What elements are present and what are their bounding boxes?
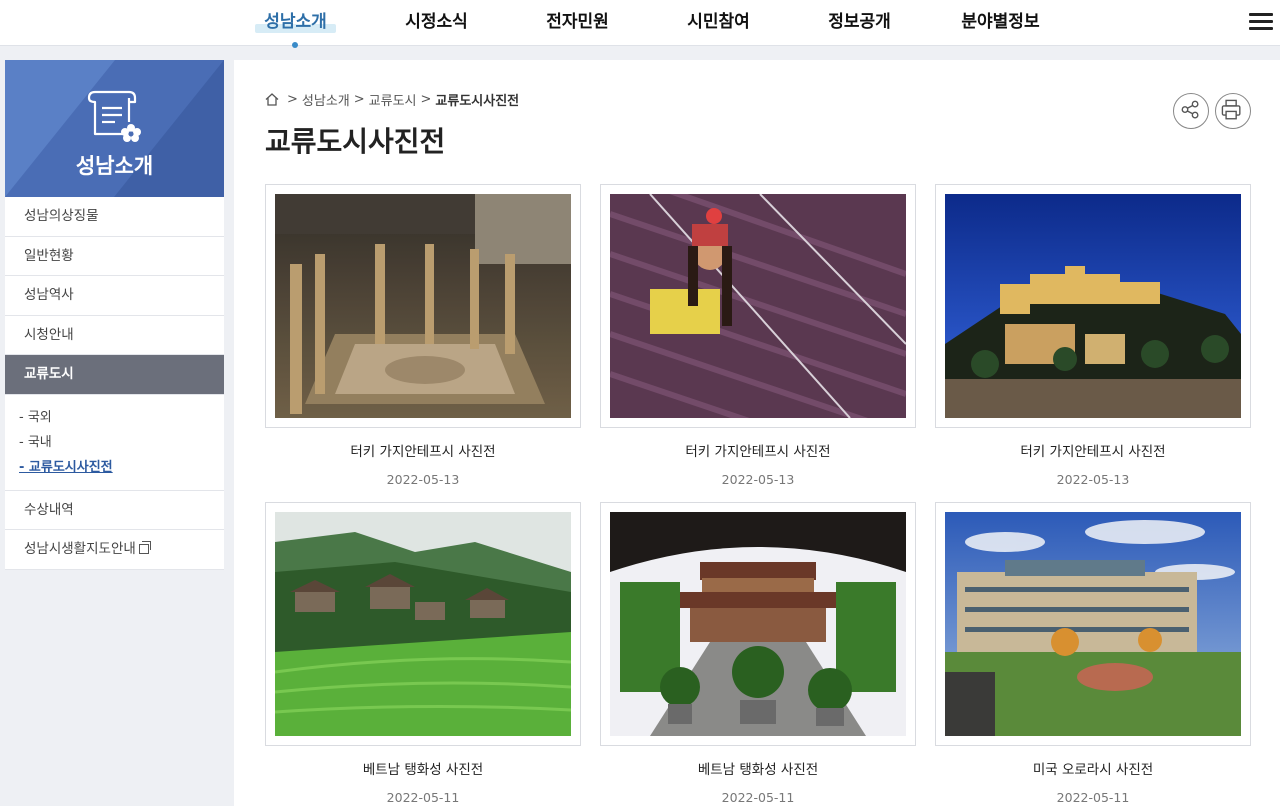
gallery-date: 2022-05-13: [721, 472, 795, 487]
gallery-date: 2022-05-11: [386, 790, 460, 805]
share-icon: [1181, 100, 1199, 119]
print-button[interactable]: [1215, 93, 1251, 129]
gaziantep-castle-photo: [945, 194, 1241, 418]
menu-item-field-info[interactable]: 분야별정보: [930, 0, 1071, 46]
hamburger-menu-icon[interactable]: [1249, 13, 1273, 33]
gallery-caption: 미국 오로라시 사진전: [1032, 762, 1154, 778]
sidebar-item-symbols[interactable]: 성남의상징물: [5, 197, 224, 237]
gallery-item[interactable]: 터키 가지안테프시 사진전 2022-05-13: [935, 184, 1251, 487]
scroll-document-icon: [87, 90, 141, 142]
page-title: 교류도시사진전: [265, 125, 446, 158]
share-button[interactable]: [1173, 93, 1209, 129]
gallery-date: 2022-05-13: [1056, 472, 1130, 487]
menu-item-e-civil[interactable]: 전자민원: [507, 0, 648, 46]
sidebar-item-general-status[interactable]: 일반현황: [5, 236, 224, 276]
sidebar-submenu: - 국외 - 국내 - 교류도시사진전: [5, 394, 224, 491]
menu-item-seongnam-intro[interactable]: 성남소개: [225, 0, 366, 48]
aurora-municipal-building-photo: [945, 512, 1241, 736]
gallery-item[interactable]: 베트남 탱화성 사진전 2022-05-11: [265, 502, 581, 805]
gallery-item[interactable]: 베트남 탱화성 사진전 2022-05-11: [600, 502, 916, 805]
printer-icon: [1221, 99, 1241, 120]
menu-item-city-news[interactable]: 시정소식: [366, 0, 507, 46]
sidebar-subitem-overseas[interactable]: - 국외: [19, 405, 224, 430]
sidebar-item-history[interactable]: 성남역사: [5, 276, 224, 316]
main-menu: 성남소개 시정소식 전자민원 시민참여 정보공개 분야별정보: [225, 0, 1071, 48]
sidebar-subitem-domestic[interactable]: - 국내: [19, 430, 224, 455]
sidebar-item-life-map-label: 성남시생활지도안내: [24, 541, 136, 557]
gallery-date: 2022-05-11: [1056, 790, 1130, 805]
gallery-caption: 베트남 탱화성 사진전: [362, 762, 484, 778]
temple-gate-photo: [610, 512, 906, 736]
rice-terrace-village-photo: [274, 512, 572, 736]
external-window-icon: [138, 541, 151, 554]
drying-peppers-photo: [609, 181, 907, 477]
gallery-caption: 터키 가지안테프시 사진전: [350, 444, 496, 460]
sidebar-item-sister-cities[interactable]: 교류도시: [5, 355, 224, 395]
sidebar-item-awards[interactable]: 수상내역: [5, 490, 224, 530]
sidebar-item-city-hall-guide[interactable]: 시청안내: [5, 315, 224, 355]
breadcrumb-item[interactable]: 성남소개: [302, 90, 350, 109]
gallery-caption: 터키 가지안테프시 사진전: [1020, 444, 1166, 460]
sidebar: 성남소개 성남의상징물 일반현황 성남역사 시청안내 교류도시 - 국외 - 국…: [5, 60, 224, 570]
sidebar-title: 성남소개: [75, 154, 154, 178]
gallery-caption: 베트남 탱화성 사진전: [697, 762, 819, 778]
menu-item-participation[interactable]: 시민참여: [648, 0, 789, 46]
breadcrumb: > 성남소개 > 교류도시 > 교류도시사진전: [265, 90, 519, 109]
main-content: > 성남소개 > 교류도시 > 교류도시사진전 교류도시사진전 터키 가지안테프…: [234, 60, 1280, 806]
gallery-item[interactable]: 터키 가지안테프시 사진전 2022-05-13: [600, 181, 916, 487]
top-navigation: 성남소개 시정소식 전자민원 시민참여 정보공개 분야별정보: [0, 0, 1280, 48]
sidebar-item-life-map[interactable]: 성남시생활지도안내: [5, 530, 224, 570]
sidebar-header: 성남소개: [5, 60, 224, 197]
gallery-caption: 터키 가지안테프시 사진전: [685, 444, 831, 460]
home-icon[interactable]: [265, 93, 279, 106]
breadcrumb-current: 교류도시사진전: [435, 94, 520, 109]
gallery-date: 2022-05-13: [386, 472, 460, 487]
breadcrumb-item[interactable]: 교류도시: [369, 90, 417, 109]
gallery-date: 2022-05-11: [721, 790, 795, 805]
menu-item-info-disclosure[interactable]: 정보공개: [789, 0, 930, 46]
gallery-item[interactable]: 미국 오로라시 사진전 2022-05-11: [935, 502, 1251, 805]
gallery-item[interactable]: 터키 가지안테프시 사진전 2022-05-13: [265, 184, 581, 487]
museum-mosaic-photo: [275, 194, 571, 418]
sidebar-subitem-photo-exhibition[interactable]: - 교류도시사진전: [19, 455, 224, 480]
